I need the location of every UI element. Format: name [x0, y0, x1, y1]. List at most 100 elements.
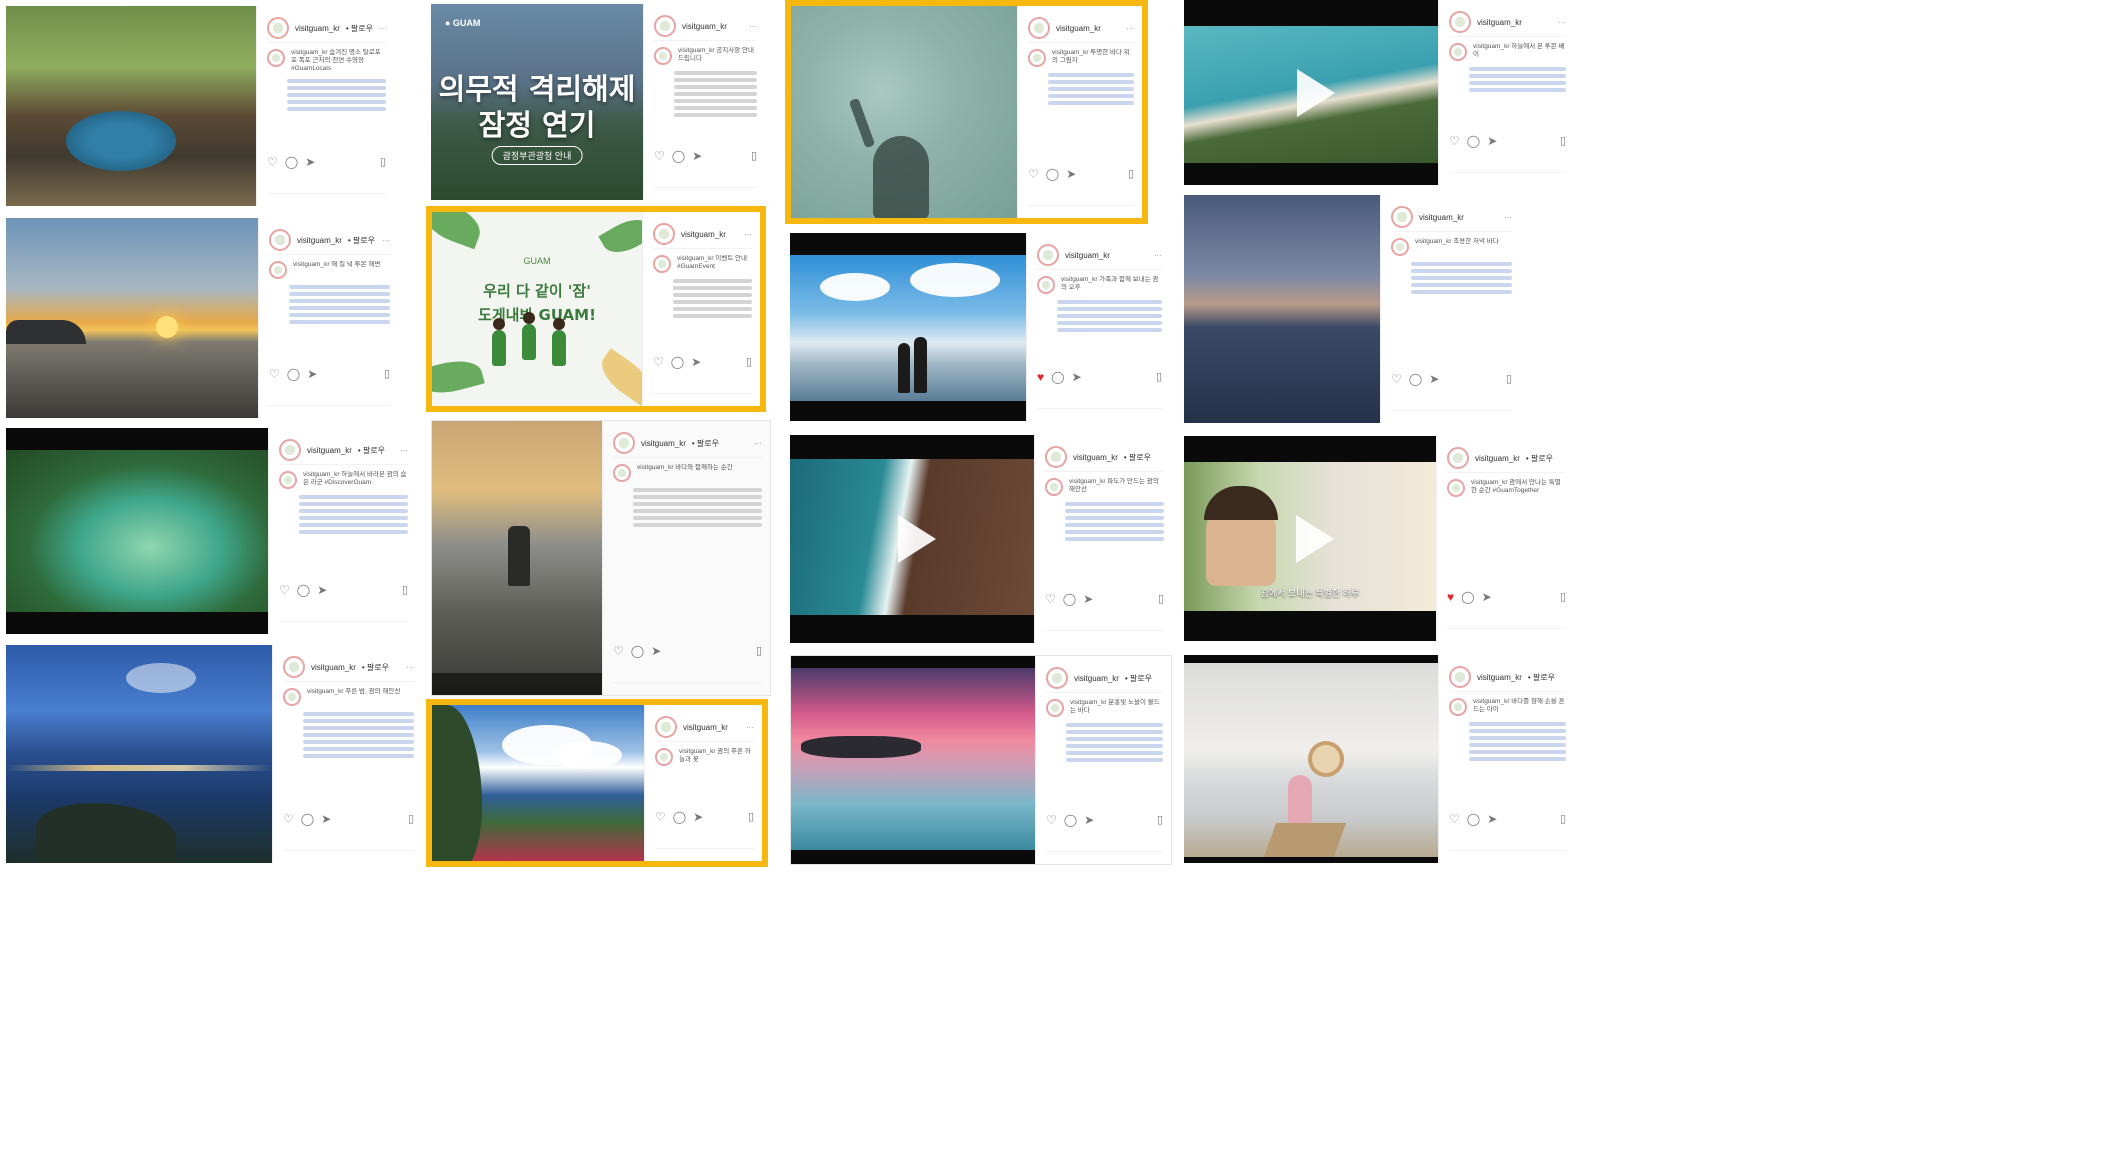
username[interactable]: visitguam_kr: [1056, 24, 1101, 33]
more-options-icon[interactable]: ···: [746, 723, 754, 732]
bookmark-icon[interactable]: ▯: [748, 810, 754, 823]
avatar[interactable]: [279, 439, 301, 461]
post-image[interactable]: ● GUAM 의무적 격리해제 잠정 연기 괌정부관광청 안내: [431, 4, 643, 200]
post-card-highlighted[interactable]: visitguam_kr ··· visitguam_kr 괌의 푸른 하늘과 꽃…: [426, 699, 768, 867]
comment-icon[interactable]: ◯: [672, 150, 685, 162]
add-comment-field[interactable]: [269, 405, 390, 414]
post-card[interactable]: visitguam_kr • 팔로우 ··· visitguam_kr 숨겨진 명소…: [6, 6, 394, 206]
share-icon[interactable]: ➤: [691, 356, 701, 368]
post-card[interactable]: 괌에서 보내는 특별한 하루 visitguam_kr • 팔로우 visitgu…: [1184, 436, 1574, 641]
add-comment-field[interactable]: [1391, 410, 1512, 419]
more-options-icon[interactable]: ···: [1154, 251, 1162, 260]
follow-link[interactable]: • 팔로우: [358, 445, 385, 456]
comment-icon[interactable]: ◯: [1064, 814, 1077, 826]
post-image[interactable]: [6, 6, 256, 206]
bookmark-icon[interactable]: ▯: [408, 812, 414, 825]
bookmark-icon[interactable]: ▯: [1157, 813, 1163, 826]
comment-icon[interactable]: ◯: [671, 356, 684, 368]
post-image[interactable]: [1184, 655, 1438, 863]
bookmark-icon[interactable]: ▯: [1128, 167, 1134, 180]
avatar[interactable]: [267, 17, 289, 39]
follow-link[interactable]: • 팔로우: [1125, 673, 1152, 684]
follow-link[interactable]: • 팔로우: [1528, 672, 1555, 683]
username[interactable]: visitguam_kr: [295, 24, 340, 33]
username[interactable]: visitguam_kr: [641, 439, 686, 448]
bookmark-icon[interactable]: ▯: [746, 355, 752, 368]
share-icon[interactable]: ➤: [1487, 135, 1497, 147]
add-comment-field[interactable]: [1037, 408, 1162, 417]
bookmark-icon[interactable]: ▯: [1506, 372, 1512, 385]
share-icon[interactable]: ➤: [693, 811, 703, 823]
more-options-icon[interactable]: ···: [382, 236, 390, 245]
avatar[interactable]: [1449, 666, 1471, 688]
heart-icon[interactable]: ♡: [283, 813, 294, 825]
heart-icon-liked[interactable]: ♥: [1037, 371, 1044, 383]
post-card[interactable]: visitguam_kr • 팔로우 visitguam_kr 파도가 만드는 괌…: [790, 435, 1172, 643]
share-icon[interactable]: ➤: [1084, 814, 1094, 826]
add-comment-field[interactable]: [1028, 205, 1134, 214]
share-icon[interactable]: ➤: [692, 150, 702, 162]
bookmark-icon[interactable]: ▯: [756, 644, 762, 657]
comment-icon[interactable]: ◯: [301, 813, 314, 825]
avatar[interactable]: [1028, 17, 1050, 39]
comment-icon[interactable]: ◯: [1409, 373, 1422, 385]
post-card-highlighted[interactable]: GUAM 우리 다 같이 '잠' 도게내봐 GUAM! visitguam_kr…: [426, 206, 766, 412]
add-comment-field[interactable]: [1046, 851, 1163, 860]
follow-link[interactable]: • 팔로우: [346, 23, 373, 34]
bookmark-icon[interactable]: ▯: [402, 583, 408, 596]
heart-icon[interactable]: ♡: [279, 584, 290, 596]
post-video[interactable]: 괌에서 보내는 특별한 하루: [1184, 436, 1436, 641]
bookmark-icon[interactable]: ▯: [1156, 370, 1162, 383]
post-image[interactable]: [790, 233, 1026, 421]
post-card[interactable]: visitguam_kr • 팔로우 visitguam_kr 분홍빛 노을이 물…: [790, 655, 1172, 865]
more-options-icon[interactable]: ···: [1126, 24, 1134, 33]
avatar[interactable]: [1045, 446, 1067, 468]
more-options-icon[interactable]: ···: [400, 446, 408, 455]
comment-icon[interactable]: ◯: [1046, 168, 1059, 180]
comment-icon[interactable]: ◯: [285, 156, 298, 168]
share-icon[interactable]: ➤: [1083, 593, 1093, 605]
username[interactable]: visitguam_kr: [1073, 453, 1118, 462]
heart-icon[interactable]: ♡: [1045, 593, 1056, 605]
more-options-icon[interactable]: ···: [754, 439, 762, 448]
post-image[interactable]: [6, 428, 268, 634]
bookmark-icon[interactable]: ▯: [384, 367, 390, 380]
post-card[interactable]: visitguam_kr • 팔로우 ··· visitguam_kr 푸른 밤, …: [6, 645, 422, 863]
add-comment-field[interactable]: [1449, 850, 1566, 859]
follow-link[interactable]: • 팔로우: [1124, 452, 1151, 463]
share-icon[interactable]: ➤: [1072, 371, 1082, 383]
post-card[interactable]: visitguam_kr • 팔로우 ··· visitguam_kr 해 질 녘 …: [6, 218, 398, 418]
add-comment-field[interactable]: [279, 621, 408, 630]
avatar[interactable]: [654, 15, 676, 37]
share-icon[interactable]: ➤: [321, 813, 331, 825]
avatar[interactable]: [1449, 11, 1471, 33]
bookmark-icon[interactable]: ▯: [1560, 590, 1566, 603]
avatar[interactable]: [1037, 244, 1059, 266]
avatar[interactable]: [613, 432, 635, 454]
bookmark-icon[interactable]: ▯: [751, 149, 757, 162]
comment-icon[interactable]: ◯: [1467, 135, 1480, 147]
avatar[interactable]: [283, 656, 305, 678]
heart-icon[interactable]: ♡: [1449, 135, 1460, 147]
post-image[interactable]: [791, 656, 1037, 864]
username[interactable]: visitguam_kr: [682, 22, 727, 31]
follow-link[interactable]: • 팔로우: [362, 662, 389, 673]
bookmark-icon[interactable]: ▯: [1560, 134, 1566, 147]
more-options-icon[interactable]: ···: [744, 230, 752, 239]
post-card[interactable]: visitguam_kr ··· visitguam_kr 하늘에서 본 투몬 베…: [1184, 0, 1574, 185]
username[interactable]: visitguam_kr: [307, 446, 352, 455]
avatar[interactable]: [655, 716, 677, 738]
add-comment-field[interactable]: [1045, 630, 1164, 639]
play-icon[interactable]: [898, 515, 936, 563]
post-image[interactable]: GUAM 우리 다 같이 '잠' 도게내봐 GUAM!: [432, 212, 642, 406]
username[interactable]: visitguam_kr: [1477, 673, 1522, 682]
follow-link[interactable]: • 팔로우: [692, 438, 719, 449]
avatar[interactable]: [653, 223, 675, 245]
add-comment-field[interactable]: [283, 850, 414, 859]
share-icon[interactable]: ➤: [305, 156, 315, 168]
share-icon[interactable]: ➤: [651, 645, 661, 657]
more-options-icon[interactable]: ···: [406, 663, 414, 672]
post-image[interactable]: [432, 705, 644, 861]
add-comment-field[interactable]: [654, 187, 757, 196]
comment-icon[interactable]: ◯: [673, 811, 686, 823]
